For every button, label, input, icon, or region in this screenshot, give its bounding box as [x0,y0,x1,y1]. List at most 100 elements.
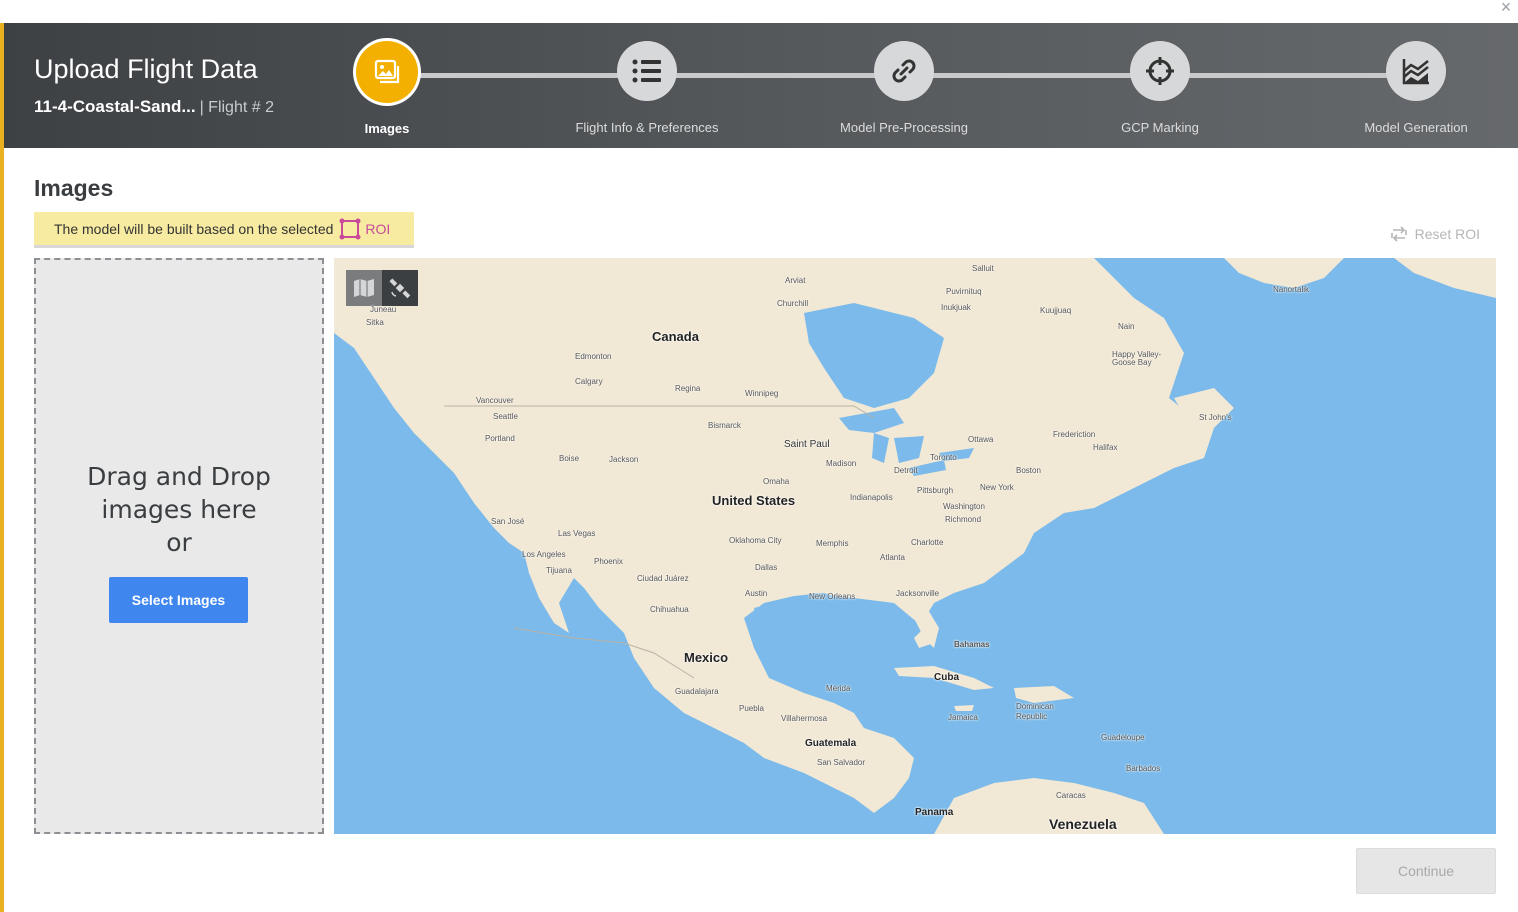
map-label: Caracas [1056,791,1086,800]
image-dropzone[interactable]: Drag and Drop images here or Select Imag… [34,258,324,834]
step-images[interactable]: Images [277,41,497,136]
upload-flight-dialog: × Upload Flight Data 11-4-Coastal-Sand..… [0,0,1518,912]
map-label: Canada [652,329,699,344]
map-label: Madison [826,459,857,468]
map-label: Richmond [945,515,982,524]
map-label: Sitka [366,318,384,327]
map-label: Saint Paul [784,439,830,450]
step-label: Flight Info & Preferences [575,120,719,135]
map-label: Regina [675,384,701,393]
map-label: San Salvador [817,758,866,767]
map-label: Dominican Republic [1016,702,1054,721]
map-label: Inukjuak [941,303,971,312]
map-label: Seattle [493,412,518,421]
roi-polygon-icon [339,218,361,240]
map-label: Toronto [930,453,957,462]
step-label: GCP Marking [1121,120,1199,135]
map-view[interactable]: Canada United States Mexico Cuba Guatema… [334,258,1496,834]
map-label: Jamaica [948,713,978,722]
map-label: Indianapolis [850,493,893,502]
map-label: Kuujjuaq [1040,306,1072,315]
map-label: Boston [1016,466,1041,475]
map-label: Guadalajara [675,687,719,696]
link-icon [874,41,934,101]
dropzone-text: Drag and Drop images here or [36,460,322,559]
map-label: Vancouver [476,396,514,405]
map-label: Los Angeles [522,550,566,559]
map-label: Charlotte [911,538,944,547]
map-label: Bahamas [954,640,990,649]
map-label: Guadeloupe [1101,733,1145,742]
step-label: Model Generation [1364,120,1468,135]
step-label: Images [364,121,410,136]
map-label: Boise [559,454,580,463]
map-label: Calgary [575,377,603,386]
map-type-toggle [346,270,418,306]
step-model-pre-processing[interactable]: Model Pre-Processing [794,41,1014,135]
map-label: Salluit [972,264,994,273]
map-label: New York [980,483,1014,492]
reset-roi-label: Reset ROI [1414,226,1480,242]
close-icon[interactable]: × [1496,0,1516,18]
map-label: Nain [1118,322,1135,331]
wizard-header: Upload Flight Data 11-4-Coastal-Sand... |… [4,23,1518,148]
map-label: Las Vegas [558,529,596,538]
reset-icon [1390,226,1407,242]
flight-number: | Flight # 2 [199,99,274,116]
roi-link[interactable]: ROI [365,221,390,237]
list-icon [617,41,677,101]
map-label: Atlanta [880,553,905,562]
crosshair-icon [1130,41,1190,101]
map-label: Guatemala [805,738,857,749]
map-label: Austin [745,589,768,598]
select-images-button[interactable]: Select Images [109,577,248,623]
step-flight-info[interactable]: Flight Info & Preferences [537,41,757,135]
roi-banner-text: The model will be built based on the sel… [54,220,334,237]
map-label: Ottawa [968,435,994,444]
map-label: Panama [915,807,954,818]
map-label: St John's [1199,413,1232,422]
project-name: 11-4-Coastal-Sand... [34,97,196,116]
map-label: Detroit [894,466,918,475]
map-label: San José [491,517,525,526]
map-label: Barbados [1126,764,1161,773]
map-label: Portland [485,434,515,443]
roi-info-banner: The model will be built based on the sel… [34,212,414,248]
map-label: Jacksonville [896,589,940,598]
map-label: Churchill [777,299,809,308]
images-icon [356,41,418,103]
map-label: Puvirnituq [946,287,982,296]
map-label: Mexico [684,650,729,665]
map-label: Oklahoma City [729,536,782,545]
map-label: Edmonton [575,352,612,361]
map-label: Arviat [785,276,806,285]
map-label: Cuba [934,672,959,683]
map-label: Villahermosa [781,714,828,723]
continue-button[interactable]: Continue [1356,848,1496,894]
reset-roi-button[interactable]: Reset ROI [1389,224,1480,244]
map-label: New Orleans [809,592,856,601]
left-accent-bar [0,23,4,912]
map-label: United States [712,493,796,508]
map-label: Jackson [609,455,639,464]
map-label: Chihuahua [650,605,689,614]
map-label: Memphis [816,539,849,548]
dropzone-line-1: Drag and Drop [87,462,271,491]
map-label: Ciudad Juárez [637,574,689,583]
step-model-generation[interactable]: Model Generation [1306,41,1518,135]
step-gcp-marking[interactable]: GCP Marking [1050,41,1270,135]
map-label: Nanortalik [1273,285,1310,294]
satellite-icon[interactable] [382,270,418,306]
map-label: Tijuana [546,566,572,575]
section-title: Images [34,175,114,201]
map-label: Frederiction [1053,430,1096,439]
step-label: Model Pre-Processing [840,120,968,135]
map-label: Mérida [826,684,851,693]
dropzone-line-2: images here [101,495,257,524]
map-label: Juneau [370,305,397,314]
map-label: Pittsburgh [917,486,954,495]
map-icon[interactable] [346,270,382,306]
map-label: Bismarck [708,421,741,430]
map-label: Halifax [1093,443,1118,452]
map-label: Phoenix [594,557,623,566]
